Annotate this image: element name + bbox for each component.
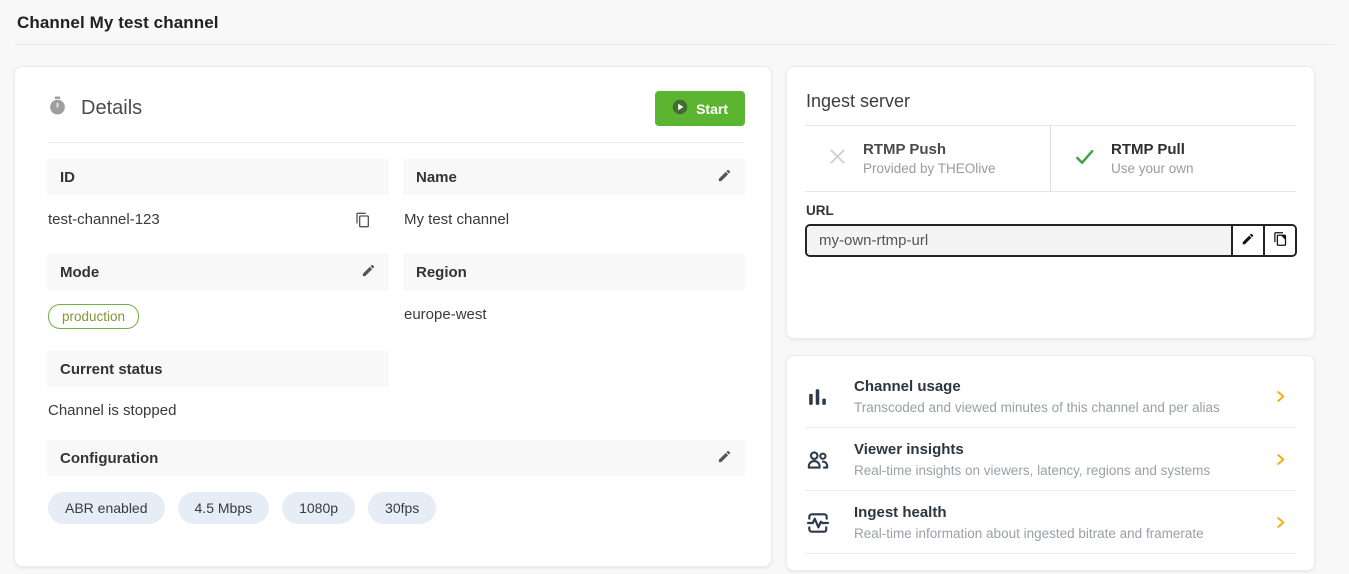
details-header: Details Start <box>47 83 745 142</box>
field-row-id-name: ID test-channel-123 Name <box>47 159 745 254</box>
pulse-icon <box>805 510 835 536</box>
right-column: Ingest server RTMP Push Provided by THEO… <box>786 66 1315 571</box>
config-pill: ABR enabled <box>48 492 165 524</box>
field-status-label: Current status <box>60 361 163 378</box>
pencil-icon <box>717 168 732 186</box>
edit-url-button[interactable] <box>1231 226 1263 255</box>
field-id: ID test-channel-123 <box>47 159 389 254</box>
field-name-header: Name <box>403 159 745 195</box>
x-icon <box>827 146 848 172</box>
shortcut-title: Channel usage <box>854 378 1220 395</box>
edit-name-button[interactable] <box>717 168 732 186</box>
field-name: Name My test channel <box>403 159 745 254</box>
field-region-header: Region <box>403 254 745 290</box>
play-circle-icon <box>672 99 688 118</box>
field-name-value: My test channel <box>403 195 745 250</box>
field-configuration-label: Configuration <box>60 450 158 467</box>
field-region-label: Region <box>416 264 467 281</box>
url-input-group <box>805 224 1297 257</box>
bar-chart-icon <box>805 384 835 409</box>
field-id-header: ID <box>47 159 389 195</box>
field-mode: Mode production <box>47 254 389 351</box>
field-id-value-row: test-channel-123 <box>47 195 389 254</box>
shortcut-title: Ingest health <box>854 504 1204 521</box>
chevron-right-icon[interactable] <box>1273 451 1294 468</box>
ingest-option-title: RTMP Pull <box>1111 141 1194 158</box>
shortcut-subtitle: Real-time information about ingested bit… <box>854 526 1204 541</box>
field-region-value: europe-west <box>403 290 745 345</box>
check-icon <box>1073 145 1096 173</box>
field-status-header: Current status <box>47 351 389 387</box>
people-icon <box>805 447 835 473</box>
field-mode-value-row: production <box>47 290 389 351</box>
ingest-option-rtmp-push[interactable]: RTMP Push Provided by THEOlive <box>805 126 1051 191</box>
ingest-option-rtmp-pull[interactable]: RTMP Pull Use your own <box>1051 126 1296 191</box>
details-card: Details Start ID test-channel-123 <box>14 66 772 567</box>
shortcut-subtitle: Transcoded and viewed minutes of this ch… <box>854 400 1220 415</box>
copy-id-button[interactable] <box>355 211 371 232</box>
shortcut-channel-usage[interactable]: Channel usage Transcoded and viewed minu… <box>805 365 1296 428</box>
url-label: URL <box>806 203 1296 218</box>
configuration-pills: ABR enabled 4.5 Mbps 1080p 30fps <box>47 476 745 524</box>
url-input[interactable] <box>807 226 1231 255</box>
page-header: Channel My test channel <box>0 0 1349 44</box>
stopwatch-icon <box>49 96 66 121</box>
start-button[interactable]: Start <box>655 91 745 126</box>
start-button-label: Start <box>696 101 728 117</box>
edit-configuration-button[interactable] <box>717 449 732 467</box>
page-title: Channel My test channel <box>17 13 1331 33</box>
ingest-options: RTMP Push Provided by THEOlive RTMP Pull… <box>805 126 1296 191</box>
field-row-status: Current status <box>47 351 745 387</box>
pencil-icon <box>1241 232 1255 249</box>
field-id-value: test-channel-123 <box>48 211 160 228</box>
field-mode-label: Mode <box>60 264 99 281</box>
ingest-option-title: RTMP Push <box>863 141 996 158</box>
config-pill: 4.5 Mbps <box>178 492 270 524</box>
field-status: Current status <box>47 351 389 387</box>
chevron-right-icon[interactable] <box>1273 388 1294 405</box>
edit-mode-button[interactable] <box>361 263 376 281</box>
copy-icon <box>355 211 371 232</box>
details-title: Details <box>81 97 142 120</box>
ingest-divider-bottom <box>805 191 1296 192</box>
config-pill: 30fps <box>368 492 436 524</box>
main-content: Details Start ID test-channel-123 <box>0 45 1349 571</box>
ingest-server-title: Ingest server <box>805 81 1296 125</box>
ingest-server-card: Ingest server RTMP Push Provided by THEO… <box>786 66 1315 339</box>
field-region: Region europe-west <box>403 254 745 351</box>
field-name-label: Name <box>416 169 457 186</box>
field-id-label: ID <box>60 169 75 186</box>
ingest-option-subtitle: Use your own <box>1111 161 1194 176</box>
pencil-icon <box>361 263 376 281</box>
copy-url-button[interactable] <box>1263 226 1295 255</box>
pencil-icon <box>717 449 732 467</box>
shortcut-ingest-health[interactable]: Ingest health Real-time information abou… <box>805 491 1296 554</box>
shortcut-viewer-insights[interactable]: Viewer insights Real-time insights on vi… <box>805 428 1296 491</box>
shortcut-subtitle: Real-time insights on viewers, latency, … <box>854 463 1210 478</box>
field-status-value: Channel is stopped <box>47 387 745 440</box>
details-divider <box>47 142 745 143</box>
field-configuration-header: Configuration <box>47 440 745 476</box>
chevron-right-icon[interactable] <box>1273 514 1294 531</box>
shortcut-title: Viewer insights <box>854 441 1210 458</box>
field-row-mode-region: Mode production Region europe-west <box>47 254 745 351</box>
field-mode-header: Mode <box>47 254 389 290</box>
config-pill: 1080p <box>282 492 355 524</box>
ingest-option-subtitle: Provided by THEOlive <box>863 161 996 176</box>
mode-badge: production <box>48 304 139 329</box>
copy-icon <box>1273 231 1288 250</box>
shortcuts-card: Channel usage Transcoded and viewed minu… <box>786 355 1315 571</box>
